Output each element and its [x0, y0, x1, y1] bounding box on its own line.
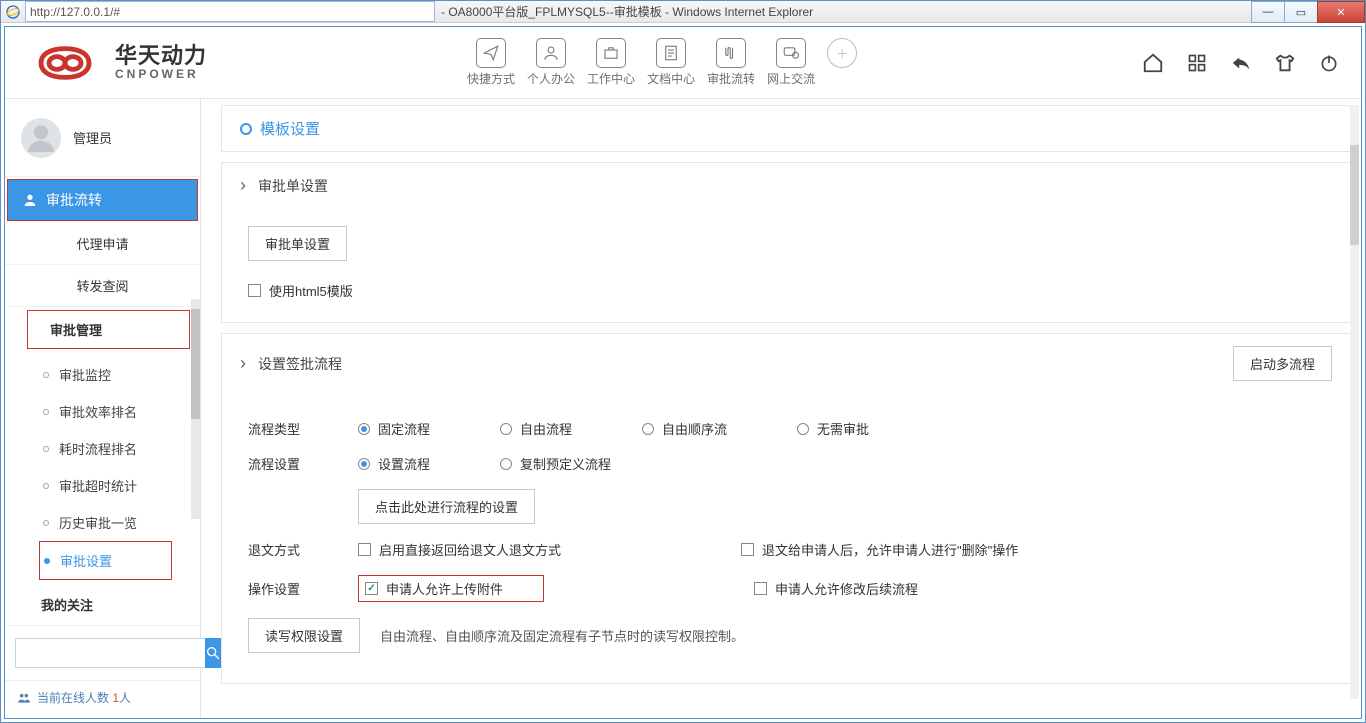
radio-fixed[interactable]: 固定流程	[358, 419, 430, 438]
topnav-add[interactable]: ＋	[827, 38, 857, 87]
topnav-approval[interactable]: 审批流转	[707, 38, 755, 87]
document-icon	[662, 44, 680, 62]
chk-html5[interactable]	[248, 284, 261, 297]
sidebar-sub-history[interactable]: 历史审批一览	[39, 504, 200, 541]
browser-titlebar: http://127.0.0.1/# - OA8000平台版_FPLMYSQL5…	[1, 1, 1365, 23]
sidebar: 管理员 审批流转 代理申请 转发查阅 审批管理 审批监控 审批效率排名 耗时流程…	[5, 99, 201, 718]
label-flow-type: 流程类型	[248, 419, 358, 438]
briefcase-icon	[602, 44, 620, 62]
sidebar-search	[5, 626, 200, 680]
power-icon[interactable]	[1317, 51, 1341, 75]
main-scrollbar[interactable]	[1350, 105, 1359, 699]
radio-none[interactable]: 无需审批	[797, 419, 869, 438]
reply-icon[interactable]	[1229, 51, 1253, 75]
chk-modify-flow[interactable]: 申请人允许修改后续流程	[754, 579, 918, 598]
topnav-work[interactable]: 工作中心	[587, 38, 635, 87]
label-reject: 退文方式	[248, 540, 358, 559]
close-button[interactable]: ✕	[1317, 1, 1365, 23]
grid-icon[interactable]	[1185, 51, 1209, 75]
topnav-chat[interactable]: 网上交流	[767, 38, 815, 87]
home-icon[interactable]	[1141, 51, 1165, 75]
panel-form-settings: 审批单设置 审批单设置 使用html5模版	[221, 162, 1351, 323]
chevron-icon	[240, 175, 250, 196]
users-icon	[17, 691, 31, 705]
topnav-quick[interactable]: 快捷方式	[467, 38, 515, 87]
avatar	[21, 118, 61, 158]
sidebar-sub-efficiency[interactable]: 审批效率排名	[39, 393, 200, 430]
panel-template-settings: 模板设置	[221, 105, 1351, 152]
sidebar-item-proxy[interactable]: 代理申请	[5, 223, 200, 265]
btn-multi-flow[interactable]: 启动多流程	[1233, 346, 1332, 381]
sidebar-sub-monitor[interactable]: 审批监控	[39, 356, 200, 393]
flow-icon	[722, 44, 740, 62]
label-flow-setting: 流程设置	[248, 454, 358, 473]
chk-reject-direct[interactable]: 启用直接返回给退文人退文方式	[358, 540, 561, 559]
sidebar-sub-settings[interactable]: 审批设置	[39, 541, 172, 580]
logo-mark-icon	[25, 43, 105, 83]
user-icon	[542, 44, 560, 62]
ie-icon	[5, 4, 21, 20]
send-icon	[482, 44, 500, 62]
app-header: 华天动力 CNPOWER 快捷方式 个人办公 工作中心 文档中心 审批流转 网上…	[5, 27, 1361, 99]
sidebar-section-approval[interactable]: 审批流转	[7, 179, 198, 221]
window-title: - OA8000平台版_FPLMYSQL5--审批模板 - Windows In…	[441, 3, 813, 20]
rw-note: 自由流程、自由顺序流及固定流程有子节点时的读写权限控制。	[380, 626, 744, 645]
radio-free[interactable]: 自由流程	[500, 419, 572, 438]
url-text: http://127.0.0.1/#	[30, 5, 120, 19]
chk-reject-delete[interactable]: 退文给申请人后，允许申请人进行"删除"操作	[741, 540, 1018, 559]
minimize-button[interactable]: —	[1251, 1, 1285, 23]
brand-sub: CNPOWER	[115, 67, 207, 81]
top-nav: 快捷方式 个人办公 工作中心 文档中心 审批流转 网上交流 ＋	[467, 38, 857, 87]
highlight-upload-attachment: 申请人允许上传附件	[358, 575, 544, 602]
radio-set-flow[interactable]: 设置流程	[358, 454, 430, 473]
user-small-icon	[22, 192, 38, 208]
shirt-icon[interactable]	[1273, 51, 1297, 75]
plus-icon: ＋	[827, 38, 857, 68]
btn-rw-perm[interactable]: 读写权限设置	[248, 618, 360, 653]
sidebar-sub-time[interactable]: 耗时流程排名	[39, 430, 200, 467]
bullet-icon	[240, 123, 252, 135]
label-op: 操作设置	[248, 579, 358, 598]
sidebar-group-manage[interactable]: 审批管理	[27, 310, 190, 349]
btn-form-settings[interactable]: 审批单设置	[248, 226, 347, 261]
topnav-personal[interactable]: 个人办公	[527, 38, 575, 87]
brand-name: 华天动力	[115, 45, 207, 67]
radio-freeseq[interactable]: 自由顺序流	[642, 419, 727, 438]
address-bar[interactable]: http://127.0.0.1/#	[25, 1, 435, 22]
topnav-doc[interactable]: 文档中心	[647, 38, 695, 87]
btn-click-set-flow[interactable]: 点击此处进行流程的设置	[358, 489, 535, 524]
sidebar-sub-timeout[interactable]: 审批超时统计	[39, 467, 200, 504]
sidebar-scrollbar[interactable]	[191, 299, 200, 519]
user-box: 管理员	[5, 99, 200, 177]
chat-icon	[782, 44, 800, 62]
user-name: 管理员	[73, 128, 112, 147]
radio-copy-flow[interactable]: 复制预定义流程	[500, 454, 611, 473]
panel-signflow: 设置签批流程 启动多流程 流程类型 固定流程 自由流程 自由顺序流 无需审批	[221, 333, 1351, 684]
online-status: 当前在线人数 1人	[5, 680, 200, 718]
chevron-icon	[240, 353, 250, 374]
maximize-button[interactable]: ▭	[1284, 1, 1318, 23]
sidebar-my-follow[interactable]: 我的关注	[5, 584, 200, 626]
sidebar-item-forward[interactable]: 转发查阅	[5, 265, 200, 307]
chk-upload-attachment[interactable]	[365, 582, 378, 595]
sidebar-search-input[interactable]	[15, 638, 205, 668]
brand-logo: 华天动力 CNPOWER	[25, 43, 207, 83]
main-content: 模板设置 审批单设置 审批单设置 使用html5模版 设置签批流程	[201, 99, 1361, 718]
